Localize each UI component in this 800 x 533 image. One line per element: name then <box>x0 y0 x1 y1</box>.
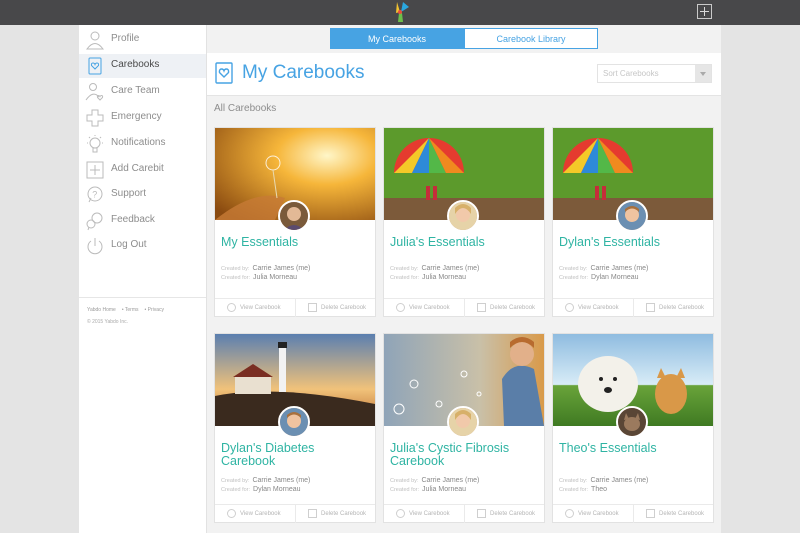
page-header: My Carebooks Sort Carebooks <box>207 53 721 96</box>
avatar <box>278 406 310 438</box>
sort-placeholder: Sort Carebooks <box>603 69 659 78</box>
view-carebook-button[interactable]: View Carebook <box>384 505 464 523</box>
carebook-card[interactable]: Julia's Cystic Fibrosis Carebook Created… <box>383 333 545 523</box>
card-title[interactable]: Dylan's Essentials <box>559 236 709 249</box>
sidebar-item-label: Carebooks <box>111 59 160 70</box>
sidebar-item-label: Notifications <box>111 137 166 148</box>
created-by: Created by: Carrie James (me) <box>559 265 649 272</box>
created-for: Created for: Dylan Morneau <box>559 274 639 281</box>
card-actions: View Carebook Delete Carebook <box>384 298 544 317</box>
page-title: My Carebooks <box>242 62 365 83</box>
card-actions: View Carebook Delete Carebook <box>215 298 375 317</box>
main-content: My Carebooks Carebook Library My Careboo… <box>207 25 721 533</box>
delete-carebook-button[interactable]: Delete Carebook <box>633 299 714 317</box>
sidebar: Profile Carebooks Care Team Emergency No… <box>79 25 207 533</box>
avatar <box>447 200 479 232</box>
sidebar-item-profile[interactable]: Profile <box>79 28 206 52</box>
created-for: Created for: Dylan Morneau <box>221 486 301 493</box>
sort-dropdown[interactable]: Sort Carebooks <box>597 64 712 83</box>
card-actions: View Carebook Delete Carebook <box>553 298 713 317</box>
sidebar-item-label: Profile <box>111 33 140 44</box>
question-bubble-icon: ? <box>87 186 103 203</box>
avatar <box>616 406 648 438</box>
chevron-down-icon[interactable] <box>695 65 711 82</box>
card-title[interactable]: My Essentials <box>221 236 371 249</box>
carebook-card[interactable]: My Essentials Created by: Carrie James (m… <box>214 127 376 317</box>
carebook-card[interactable]: Dylan's Essentials Created by: Carrie Jam… <box>552 127 714 317</box>
sidebar-item-emergency[interactable]: Emergency <box>79 106 206 130</box>
created-for: Created for: Julia Morneau <box>221 274 298 281</box>
tab-carebook-library[interactable]: Carebook Library <box>464 28 598 49</box>
created-for: Created for: Theo <box>559 486 608 493</box>
card-title[interactable]: Theo's Essentials <box>559 442 709 455</box>
view-carebook-button[interactable]: View Carebook <box>553 299 633 317</box>
top-bar <box>0 0 800 25</box>
created-for: Created for: Julia Morneau <box>390 274 467 281</box>
sidebar-item-label: Care Team <box>111 85 160 96</box>
view-carebook-button[interactable]: View Carebook <box>384 299 464 317</box>
sidebar-item-label: Emergency <box>111 111 162 122</box>
delete-carebook-button[interactable]: Delete Carebook <box>464 299 545 317</box>
sidebar-item-label: Feedback <box>111 214 155 225</box>
feedback-bubble-icon <box>86 212 103 231</box>
avatar <box>278 200 310 232</box>
avatar <box>447 406 479 438</box>
tab-my-carebooks[interactable]: My Carebooks <box>330 28 464 49</box>
sidebar-item-care-team[interactable]: Care Team <box>79 80 206 104</box>
carebook-icon <box>88 57 102 75</box>
sidebar-item-label: Log Out <box>111 239 147 250</box>
sidebar-item-log-out[interactable]: Log Out <box>79 234 206 258</box>
carebook-card[interactable]: Dylan's Diabetes Carebook Created by: Car… <box>214 333 376 523</box>
card-title[interactable]: Julia's Essentials <box>390 236 540 249</box>
delete-carebook-button[interactable]: Delete Carebook <box>633 505 714 523</box>
card-title[interactable]: Julia's Cystic Fibrosis Carebook <box>390 442 540 468</box>
sidebar-item-add-carebit[interactable]: Add Carebit <box>79 158 206 182</box>
delete-carebook-button[interactable]: Delete Carebook <box>295 505 376 523</box>
sidebar-divider <box>79 297 206 298</box>
person-icon <box>86 31 104 50</box>
carebook-card[interactable]: Julia's Essentials Created by: Carrie Jam… <box>383 127 545 317</box>
footer-link-terms[interactable]: Terms <box>125 307 139 313</box>
view-carebook-button[interactable]: View Carebook <box>215 505 295 523</box>
carebook-card[interactable]: Theo's Essentials Created by: Carrie Jame… <box>552 333 714 523</box>
card-actions: View Carebook Delete Carebook <box>384 504 544 523</box>
sidebar-item-carebooks[interactable]: Carebooks <box>79 54 206 78</box>
sidebar-item-feedback[interactable]: Feedback <box>79 209 206 233</box>
card-actions: View Carebook Delete Carebook <box>553 504 713 523</box>
delete-carebook-button[interactable]: Delete Carebook <box>295 299 376 317</box>
footer-link-home[interactable]: Yabdo Home <box>87 307 116 313</box>
copyright: © 2015 Yabdo Inc. <box>87 319 129 325</box>
sidebar-item-label: Support <box>111 188 147 199</box>
created-by: Created by: Carrie James (me) <box>221 265 311 272</box>
add-icon[interactable] <box>697 4 712 19</box>
yabdo-logo[interactable] <box>388 1 412 23</box>
card-actions: View Carebook Delete Carebook <box>215 504 375 523</box>
sidebar-item-support[interactable]: ? Support <box>79 183 206 207</box>
sidebar-footer-links: Yabdo Home • Terms • Privacy <box>87 307 165 313</box>
power-icon <box>87 238 103 255</box>
created-by: Created by: Carrie James (me) <box>390 477 480 484</box>
created-by: Created by: Carrie James (me) <box>559 477 649 484</box>
card-title[interactable]: Dylan's Diabetes Carebook <box>221 442 371 468</box>
plus-square-icon <box>86 161 104 179</box>
sidebar-item-label: Add Carebit <box>111 163 164 174</box>
created-by: Created by: Carrie James (me) <box>390 265 480 272</box>
carebook-icon <box>215 62 233 84</box>
sidebar-item-notifications[interactable]: Notifications <box>79 132 206 156</box>
footer-link-privacy[interactable]: Privacy <box>148 307 164 313</box>
delete-carebook-button[interactable]: Delete Carebook <box>464 505 545 523</box>
svg-text:?: ? <box>92 190 97 200</box>
avatar <box>616 200 648 232</box>
lightbulb-icon <box>87 135 103 153</box>
view-carebook-button[interactable]: View Carebook <box>553 505 633 523</box>
emergency-cross-icon <box>86 109 104 127</box>
section-title: All Carebooks <box>214 103 277 114</box>
created-by: Created by: Carrie James (me) <box>221 477 311 484</box>
care-team-icon <box>85 83 104 101</box>
view-carebook-button[interactable]: View Carebook <box>215 299 295 317</box>
created-for: Created for: Julia Morneau <box>390 486 467 493</box>
